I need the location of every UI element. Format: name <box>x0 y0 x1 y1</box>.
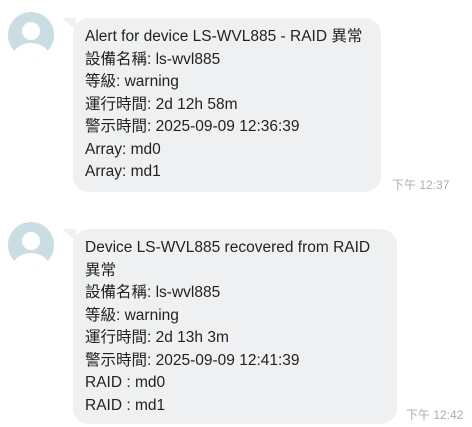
message-line: 運行時間: 2d 12h 58m <box>85 95 238 113</box>
message-line: 設備名稱: ls-wvl885 <box>85 284 221 301</box>
message-line: RAID : md0 <box>85 374 166 391</box>
message-line: Device LS-WVL885 recovered from RAID <box>85 239 371 256</box>
message-line: 等級: warning <box>85 73 179 90</box>
message-line: 異常 <box>85 261 117 279</box>
message-line: Array: md0 <box>85 140 161 158</box>
message-line: 警示時間: 2025-09-09 12:36:39 <box>85 118 300 135</box>
message-line: 運行時間: 2d 13h 3m <box>85 329 229 346</box>
message-timestamp: 下午 12:37 <box>392 178 450 192</box>
message-line: 警示時間: 2025-09-09 12:41:39 <box>85 351 300 369</box>
message-line: 等級: warning <box>85 306 179 324</box>
message-bubble[interactable]: Alert for device LS-WVL885 - RAID 異常 設備名… <box>73 18 381 192</box>
message-line: RAID : md1 <box>85 396 166 414</box>
message-line: Alert for device LS-WVL885 - RAID 異常 <box>85 28 363 45</box>
avatar[interactable] <box>8 222 54 268</box>
message-line: 設備名稱: ls-wvl885 <box>85 50 221 68</box>
message-timestamp: 下午 12:42 <box>406 408 464 422</box>
avatar[interactable] <box>8 12 54 58</box>
message-line: Array: md1 <box>85 163 161 180</box>
message-bubble[interactable]: Device LS-WVL885 recovered from RAID 異常 … <box>73 229 397 424</box>
